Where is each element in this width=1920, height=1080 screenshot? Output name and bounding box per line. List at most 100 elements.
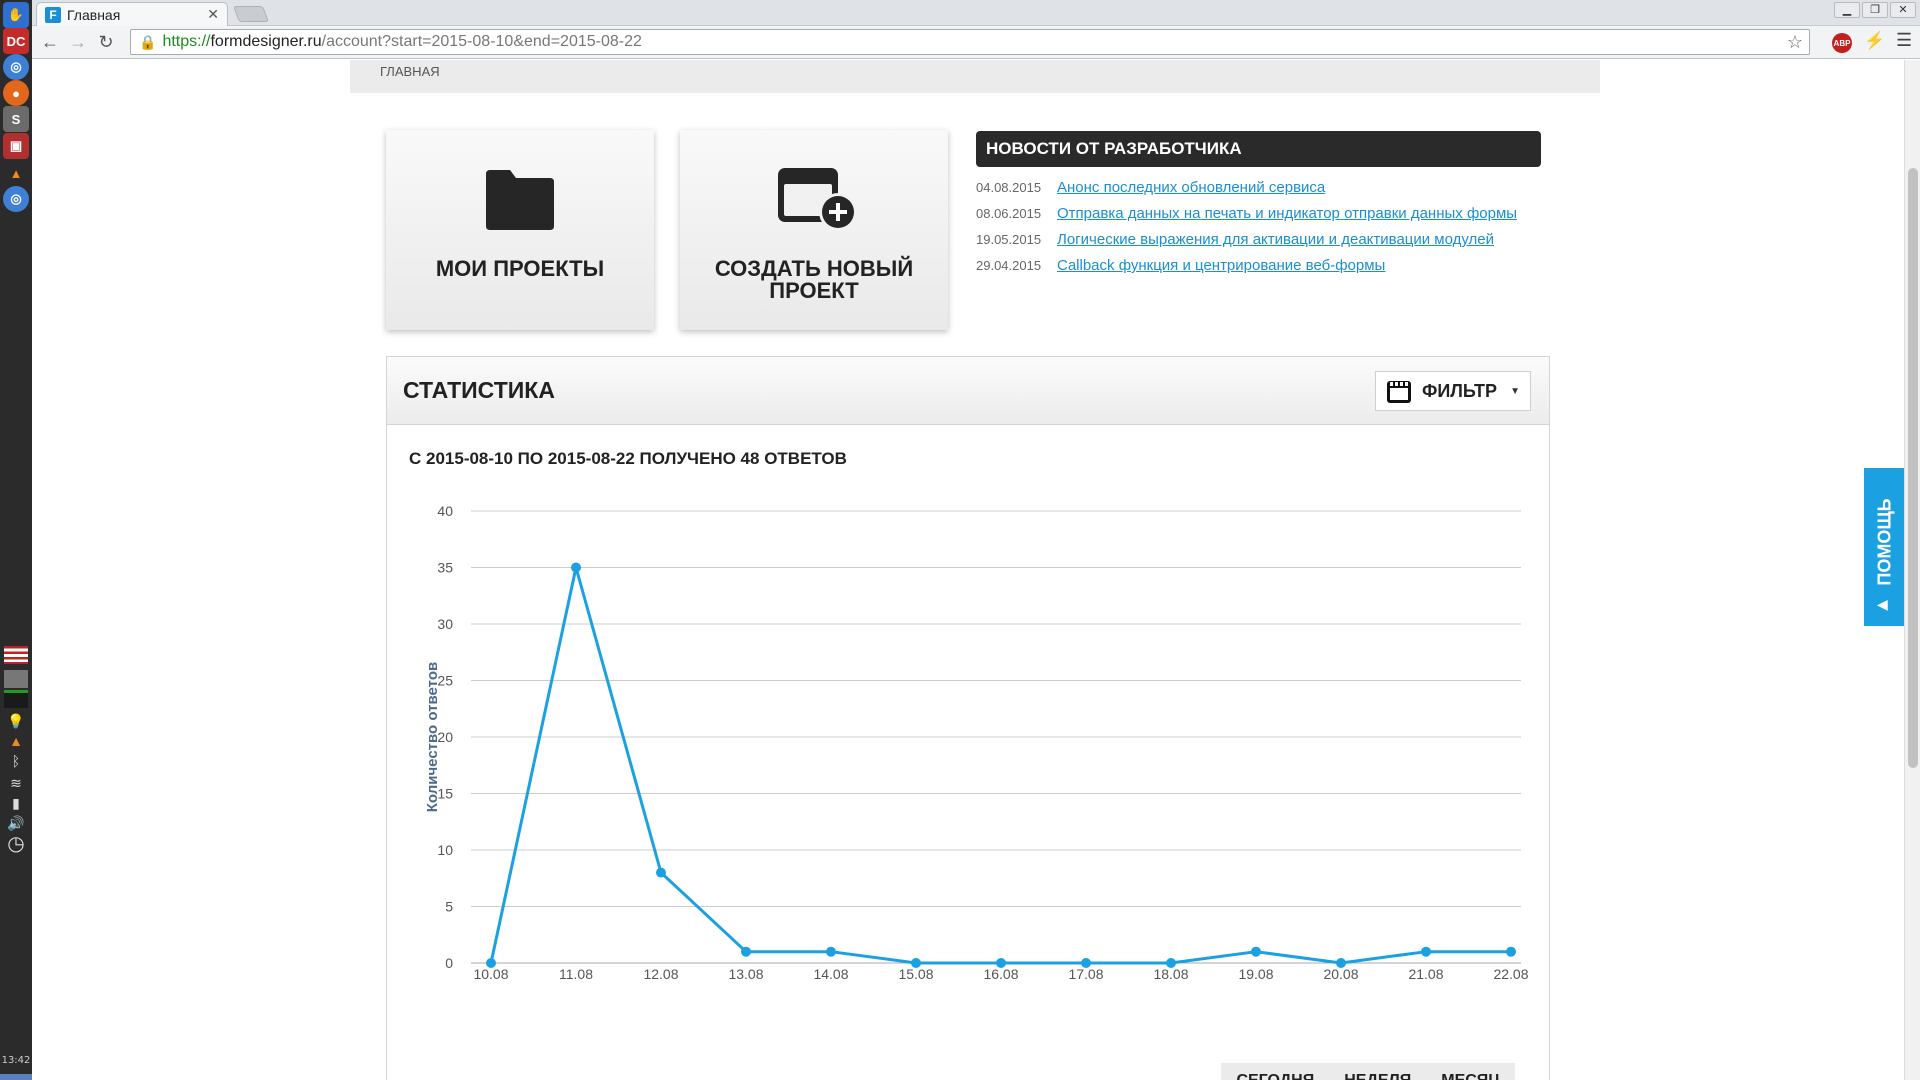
data-point <box>996 958 1006 968</box>
firefox-icon[interactable]: ● <box>3 80 29 106</box>
data-point <box>741 946 751 957</box>
scroll-thumb[interactable] <box>1908 168 1918 768</box>
clock-time[interactable]: 13:42 <box>0 1055 32 1066</box>
news-item: 19.05.2015 Логические выражения для акти… <box>976 231 1541 257</box>
data-point <box>1081 958 1091 968</box>
data-point <box>1336 958 1346 968</box>
developer-news: НОВОСТИ ОТ РАЗРАБОТЧИКА 04.08.2015 Анонс… <box>976 131 1541 283</box>
responses-line-chart: 051015202530354010.08 11.08 12.08 13.08 14.0… <box>424 503 1529 982</box>
url-path: /account?start=2015-08-10&end=2015-08-22 <box>321 33 642 50</box>
favicon-icon: F <box>45 6 61 23</box>
range-week-button[interactable]: НЕДЕЛЯ <box>1329 1063 1426 1080</box>
window-controls: ▁ ❐ ✕ <box>1834 2 1916 18</box>
tab-title: Главная <box>67 6 121 23</box>
data-point <box>911 958 921 968</box>
news-link[interactable]: Отправка данных на печать и индикатор от… <box>1057 205 1517 222</box>
news-date: 19.05.2015 <box>976 232 1042 247</box>
my-projects-tile[interactable]: МОИ ПРОЕКТЫ <box>386 130 654 330</box>
y-tick-label: 0 <box>445 955 453 971</box>
forward-icon[interactable]: → <box>64 28 92 56</box>
star-icon[interactable]: ☆ <box>1787 32 1803 53</box>
x-tick-label: 21.08 <box>1408 966 1443 982</box>
create-project-tile[interactable]: СОЗДАТЬ НОВЫЙ ПРОЕКТ <box>680 130 948 330</box>
data-point <box>571 562 581 573</box>
battery-icon[interactable]: ▮ <box>4 794 28 812</box>
sublime-icon[interactable]: S <box>3 106 29 132</box>
network-graph-icon[interactable] <box>4 670 28 688</box>
x-tick-label: 11.08 <box>559 966 593 982</box>
window-close-icon[interactable]: ✕ <box>1890 2 1916 18</box>
x-tick-label: 13.08 <box>728 966 763 982</box>
page-scrollbar[interactable] <box>1904 60 1920 1080</box>
bulb-icon[interactable]: 💡 <box>4 712 28 730</box>
news-link[interactable]: Логические выражения для активации и деа… <box>1057 231 1494 248</box>
dc-icon[interactable]: DC <box>3 28 29 54</box>
close-icon[interactable]: ✕ <box>207 6 219 23</box>
news-date: 04.08.2015 <box>976 180 1042 195</box>
url-scheme: https:// <box>162 33 211 50</box>
tab-active[interactable]: F Главная ✕ <box>36 2 228 26</box>
data-point <box>656 867 666 878</box>
reload-icon[interactable]: ↻ <box>92 28 120 56</box>
series-line <box>489 566 1511 965</box>
browser-toolbar: ← → ↻ 🔒 https://formdesigner.ru/account?… <box>32 26 1920 59</box>
vlc-tray-icon[interactable]: ▲ <box>4 732 28 750</box>
x-tick-label: 17.08 <box>1068 966 1103 982</box>
vlc-icon[interactable]: ▲ <box>3 160 29 186</box>
range-month-button[interactable]: МЕСЯЦ <box>1426 1063 1515 1080</box>
bluetooth-icon[interactable]: ᛒ <box>4 752 28 770</box>
maximize-icon[interactable]: ❐ <box>1862 2 1888 18</box>
x-tick-label: 18.08 <box>1153 966 1188 982</box>
data-point <box>826 946 836 957</box>
news-link[interactable]: Анонс последних обновлений сервиса <box>1057 179 1325 196</box>
statistics-panel: СТАТИСТИКА ФИЛЬТР ▼ С 2015-08-10 ПО 2015… <box>386 356 1550 1080</box>
menu-icon[interactable]: ☰ <box>1896 30 1912 51</box>
calendar-icon <box>1387 381 1411 403</box>
abp-icon[interactable]: ABP <box>1832 33 1852 53</box>
filter-label: ФИЛЬТР <box>1422 380 1498 401</box>
y-tick-label: 35 <box>437 560 453 576</box>
us-flag-icon[interactable] <box>4 646 28 664</box>
data-point <box>1251 946 1261 957</box>
breadcrumb[interactable]: ГЛАВНАЯ <box>380 64 440 79</box>
statistics-title: СТАТИСТИКА <box>403 377 555 403</box>
y-tick-label: 5 <box>445 899 453 915</box>
news-date: 29.04.2015 <box>976 258 1042 273</box>
wifi-icon[interactable]: ≋ <box>4 774 28 792</box>
range-today-button[interactable]: СЕГОДНЯ <box>1221 1063 1329 1080</box>
page-content: ГЛАВНАЯ МОИ ПРОЕКТЫ СОЗДАТЬ НОВЫЙ ПРОЕКТ <box>350 60 1600 1080</box>
address-bar[interactable]: 🔒 https://formdesigner.ru/account?start=… <box>130 29 1810 55</box>
back-icon[interactable]: ← <box>36 28 64 56</box>
create-project-label-line1: СОЗДАТЬ НОВЫЙ <box>714 256 914 281</box>
x-tick-label: 15.08 <box>898 966 933 982</box>
news-header: НОВОСТИ ОТ РАЗРАБОТЧИКА <box>976 131 1541 167</box>
help-tab[interactable]: ПОМОЩЬ ◀ <box>1864 468 1906 626</box>
chromium-icon[interactable]: ◎ <box>3 54 29 80</box>
data-point <box>1166 958 1176 968</box>
folder-icon <box>486 170 554 230</box>
x-tick-label: 19.08 <box>1238 966 1273 982</box>
chromium-icon-2[interactable]: ◎ <box>3 186 29 212</box>
x-tick-label: 22.08 <box>1493 966 1528 982</box>
x-tick-label: 14.08 <box>813 966 848 982</box>
new-tab-button[interactable] <box>233 6 269 22</box>
clock-icon[interactable]: ◷ <box>4 833 28 855</box>
new-window-plus-icon <box>778 168 857 231</box>
installer-icon[interactable]: ▣ <box>3 133 29 159</box>
news-date: 08.06.2015 <box>976 206 1042 221</box>
news-list: 04.08.2015 Анонс последних обновлений се… <box>976 179 1541 283</box>
news-link[interactable]: Callback функция и центрирование веб-фор… <box>1057 257 1385 274</box>
x-tick-label: 10.08 <box>473 966 508 982</box>
bolt-icon[interactable]: ⚡ <box>1864 31 1885 51</box>
news-item: 29.04.2015 Callback функция и центрирова… <box>976 257 1541 283</box>
minimize-icon[interactable]: ▁ <box>1834 2 1860 18</box>
create-project-label-line2: ПРОЕКТ <box>769 278 859 303</box>
filter-button[interactable]: ФИЛЬТР ▼ <box>1375 371 1531 411</box>
tab-strip: F Главная ✕ ▁ ❐ ✕ <box>32 0 1920 26</box>
x-tick-label: 16.08 <box>983 966 1018 982</box>
y-axis-label: Количество ответов <box>424 662 441 812</box>
x-tick-label: 12.08 <box>643 966 678 982</box>
volume-icon[interactable]: 🔊 <box>4 814 28 832</box>
y-tick-label: 30 <box>437 616 453 632</box>
launcher-icon[interactable]: ✋ <box>3 2 29 28</box>
